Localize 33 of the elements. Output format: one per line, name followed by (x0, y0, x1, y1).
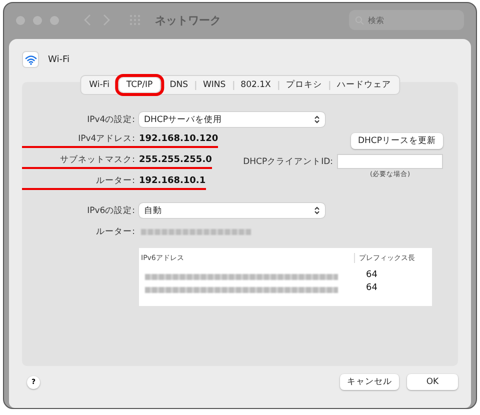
ok-button[interactable]: OK (407, 374, 458, 390)
field-label: サブネットマスク: (59, 154, 135, 166)
ipv4-config-popup[interactable]: DHCPサーバを使用 (139, 112, 325, 127)
service-name: Wi-Fi (48, 54, 70, 64)
field-label: IPv4の設定: (86, 114, 135, 126)
window-title: ネットワーク (155, 12, 221, 28)
field-value: 192.168.10.120 (139, 133, 218, 145)
tab[interactable]: DNS (162, 78, 195, 92)
minimize-button[interactable] (33, 16, 42, 24)
tab[interactable]: WINS (196, 78, 233, 92)
client-id-field[interactable] (337, 154, 443, 169)
field-value: 192.168.10.1 (139, 175, 206, 187)
ipv6-config-popup[interactable]: 自動 (139, 203, 325, 218)
field-value: 255.255.255.0 (139, 154, 212, 166)
stepper-icon (314, 115, 320, 124)
wifi-icon (22, 51, 39, 68)
stepper-icon (314, 206, 320, 215)
close-button[interactable] (16, 16, 25, 24)
field-label: DHCPクライアントID: (243, 156, 333, 168)
field-label: IPv4アドレス: (77, 133, 135, 145)
tab[interactable]: TCP/IP (119, 78, 160, 92)
cancel-button[interactable]: キャンセル (340, 374, 399, 390)
tab[interactable]: 802.1X (234, 78, 278, 92)
table-cell-text: 64 (365, 270, 378, 280)
renew-lease-button[interactable]: DHCPリースを更新 (351, 132, 443, 148)
tab[interactable]: プロキシ (278, 77, 329, 93)
field-label: ルーター: (95, 175, 135, 187)
field-label: IPv6の設定: (86, 204, 135, 216)
tab[interactable]: Wi-Fi (82, 78, 116, 92)
zoom-button[interactable] (50, 16, 59, 24)
field-label: ルーター: (95, 226, 135, 238)
table-cell-text: 64 (365, 282, 378, 292)
tab[interactable]: ハードウェア (330, 77, 398, 93)
